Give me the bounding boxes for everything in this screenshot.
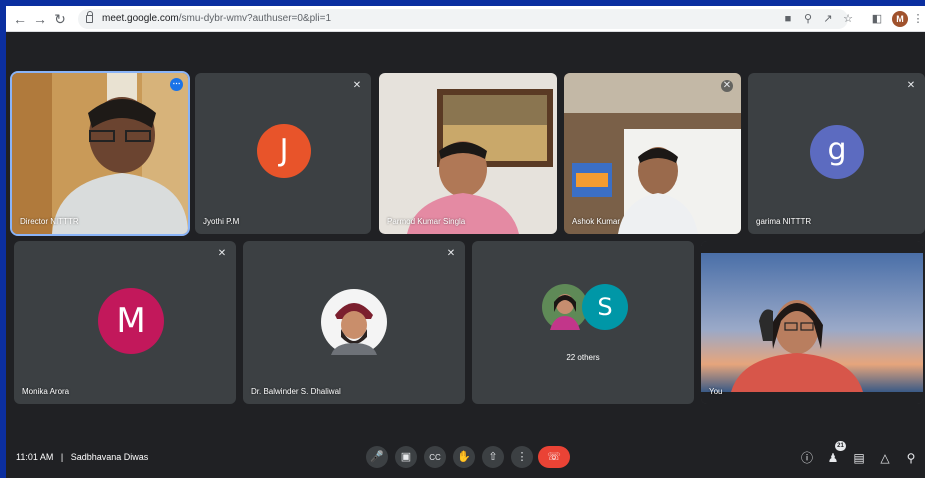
meeting-title: Sadbhavana Diwas bbox=[70, 452, 149, 462]
tile-others[interactable]: S 22 others bbox=[472, 241, 694, 404]
microphone-button[interactable]: 🎤 bbox=[366, 446, 388, 468]
clock-time: 11:01 AM bbox=[16, 452, 54, 462]
camera-icon: ▣ bbox=[400, 451, 412, 463]
mic-off-icon: ✕ bbox=[906, 80, 916, 91]
balwinder-photo bbox=[321, 289, 387, 355]
participant-name: garima NITTTR bbox=[756, 217, 812, 226]
mic-off-icon: ✕ bbox=[217, 248, 227, 259]
mic-off-icon: ✕ bbox=[352, 80, 362, 91]
captions-button[interactable]: CC bbox=[424, 446, 446, 468]
participant-name: Dr. Balwinder S. Dhaliwal bbox=[251, 387, 341, 396]
self-video bbox=[701, 241, 923, 404]
tile-garima-nitttr[interactable]: ✕ g garima NITTTR bbox=[748, 73, 925, 234]
phone-hangup-icon: ☏ bbox=[547, 451, 561, 463]
tile-you[interactable]: You bbox=[701, 241, 923, 404]
mic-off-icon: ✕ bbox=[721, 80, 733, 92]
participant-name: Jyothi P.M bbox=[203, 217, 240, 226]
forward-arrow-icon[interactable]: → bbox=[30, 9, 50, 29]
avatar-garima: g bbox=[810, 125, 864, 179]
more-vert-icon: ⋮ bbox=[516, 451, 528, 463]
parmod-video bbox=[379, 73, 557, 234]
camera-button[interactable]: ▣ bbox=[395, 446, 417, 468]
activities-icon[interactable]: △ bbox=[877, 450, 893, 466]
zoom-icon[interactable]: ⚲ bbox=[799, 10, 817, 28]
participant-name: Parmod Kumar Singla bbox=[387, 217, 466, 226]
profile-avatar[interactable]: M bbox=[892, 11, 908, 27]
tile-parmod-kumar-singla[interactable]: Parmod Kumar Singla bbox=[379, 73, 557, 234]
present-button[interactable]: ⇧ bbox=[482, 446, 504, 468]
tile-jyothi-pm[interactable]: ✕ J Jyothi P.M bbox=[195, 73, 371, 234]
avatar-monika: M bbox=[98, 288, 164, 354]
share-icon[interactable]: ↗ bbox=[819, 10, 837, 28]
camera-in-use-icon[interactable]: ■ bbox=[779, 10, 797, 28]
tile-director-nitttr[interactable]: ⋯ Director NITTTR bbox=[10, 71, 190, 236]
side-panel-icon[interactable]: ◧ bbox=[868, 10, 886, 28]
director-video bbox=[12, 73, 188, 234]
meeting-info: 11:01 AM | Sadbhavana Diwas bbox=[16, 452, 148, 462]
more-options-icon[interactable]: ⋯ bbox=[170, 78, 183, 91]
tile-balwinder-dhaliwal[interactable]: ✕ Dr. Balwinder S. Dhaliwal bbox=[243, 241, 465, 404]
lock-icon bbox=[86, 11, 93, 23]
address-bar[interactable]: meet.google.com/smu-dybr-wmv?authuser=0&… bbox=[78, 9, 848, 29]
leave-call-button[interactable]: ☏ bbox=[538, 446, 570, 468]
avatar-others: S bbox=[582, 284, 628, 330]
browser-menu-icon[interactable]: ⋮ bbox=[909, 10, 925, 28]
meeting-details-icon[interactable]: ⓘ bbox=[799, 450, 815, 466]
back-arrow-icon[interactable]: ← bbox=[10, 9, 30, 29]
microphone-icon: 🎤 bbox=[370, 451, 384, 463]
participant-name: Monika Arora bbox=[22, 387, 70, 396]
url-text[interactable]: meet.google.com/smu-dybr-wmv?authuser=0&… bbox=[102, 13, 331, 24]
bookmark-star-icon[interactable]: ☆ bbox=[839, 10, 857, 28]
ashok-video bbox=[564, 73, 741, 234]
host-controls-icon[interactable]: ⚲ bbox=[903, 450, 919, 466]
participant-name: Ashok Kumar bbox=[572, 217, 621, 226]
chat-icon[interactable]: ▤ bbox=[851, 450, 867, 466]
participant-name: Director NITTTR bbox=[20, 217, 79, 226]
meet-window: ← → ↻ meet.google.com/smu-dybr-wmv?authu… bbox=[6, 6, 925, 478]
divider: | bbox=[60, 452, 64, 462]
reload-icon[interactable]: ↻ bbox=[50, 9, 70, 29]
raise-hand-button[interactable]: ✋ bbox=[453, 446, 475, 468]
avatar-jyothi: J bbox=[257, 124, 311, 178]
participant-count-badge: 21 bbox=[835, 441, 846, 451]
tile-monika-arora[interactable]: ✕ M Monika Arora bbox=[14, 241, 236, 404]
people-icon[interactable]: ♟ bbox=[825, 450, 841, 466]
mic-off-icon: ✕ bbox=[446, 248, 456, 259]
browser-toolbar: ← → ↻ meet.google.com/smu-dybr-wmv?authu… bbox=[6, 6, 925, 32]
tile-ashok-kumar[interactable]: ✕ Ashok Kumar bbox=[564, 73, 741, 234]
participant-name: You bbox=[709, 387, 723, 396]
present-screen-icon: ⇧ bbox=[488, 451, 498, 463]
others-count-label: 22 others bbox=[566, 353, 600, 362]
captions-icon: CC bbox=[429, 453, 441, 462]
hand-icon: ✋ bbox=[457, 451, 471, 463]
more-options-button[interactable]: ⋮ bbox=[511, 446, 533, 468]
